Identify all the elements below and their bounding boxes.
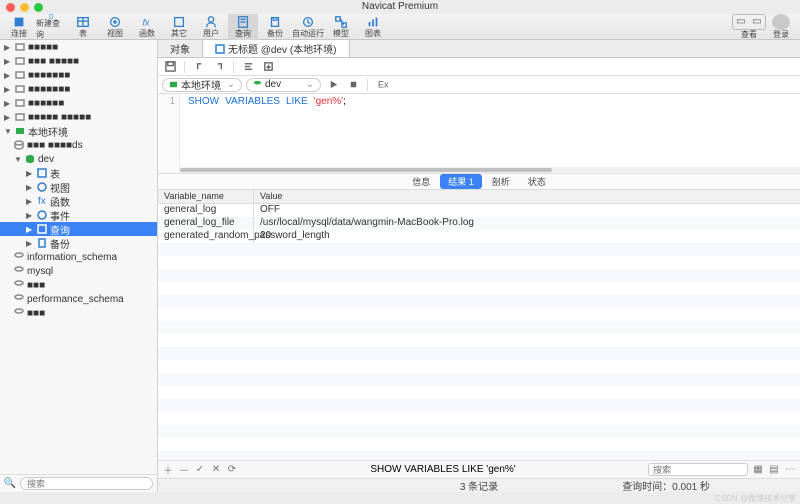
close-window-icon[interactable] — [6, 3, 15, 12]
run-button[interactable] — [325, 78, 341, 92]
main-toolbar: 连接 新建查询 表 视图 fx函数 其它 用户 查询 备份 自动运行 模型 图表… — [0, 14, 800, 40]
add-row-icon[interactable]: ＋ — [162, 464, 174, 476]
commit-icon[interactable]: ✓ — [194, 464, 206, 476]
result-tab-status[interactable]: 状态 — [520, 174, 554, 189]
database-dev[interactable]: ▼dev — [0, 152, 157, 166]
toolbar-query[interactable]: 查询 — [228, 14, 258, 40]
database-item[interactable]: ■■■ — [0, 278, 157, 292]
tree-functions[interactable]: ▶fx函数 — [0, 194, 157, 208]
window-controls[interactable] — [6, 3, 43, 12]
toolbar-view-mode[interactable]: ▭▭ 查看 — [734, 14, 764, 40]
undo-button[interactable] — [191, 60, 207, 74]
search-icon: 🔍 — [4, 478, 16, 490]
env-selector[interactable]: 本地环境⌄ — [162, 78, 242, 92]
result-tab-result[interactable]: 结果 1 — [440, 174, 482, 189]
toolbar-connect[interactable]: 连接 — [4, 14, 34, 40]
connection-item[interactable]: ▶■■■■■ — [0, 40, 157, 54]
cancel-icon[interactable]: ✕ — [210, 464, 222, 476]
connection-item[interactable]: ▶■■■■■ ■■■■■ — [0, 110, 157, 124]
avatar-icon — [772, 14, 790, 30]
context-selectors: 本地环境⌄ dev⌄ Ex — [158, 76, 800, 94]
stop-button[interactable] — [345, 78, 361, 92]
toolbar-login[interactable]: 登录 — [766, 14, 796, 40]
tree-events[interactable]: ▶事件 — [0, 208, 157, 222]
status-bar: 3 条记录 查询时间：0.001 秒 — [158, 478, 800, 492]
settings-icon[interactable]: ⋯ — [784, 464, 796, 476]
toolbar-view[interactable]: 视图 — [100, 14, 130, 40]
toolbar-function[interactable]: fx函数 — [132, 14, 162, 40]
refresh-icon[interactable]: ⟳ — [226, 464, 238, 476]
connection-item[interactable]: ▶■■■■■■■ — [0, 68, 157, 82]
database-item[interactable]: ■■■ — [0, 306, 157, 320]
connection-item[interactable]: ▶■■■■■■■ — [0, 82, 157, 96]
result-tabs: 信息 结果 1 剖析 状态 — [158, 174, 800, 190]
record-count: 3 条记录 — [460, 478, 498, 493]
grid-view-icon[interactable]: ▦ — [752, 464, 764, 476]
remove-row-icon[interactable]: － — [178, 464, 190, 476]
connection-item[interactable]: ▶■■■ ■■■■■ — [0, 54, 157, 68]
sql-editor[interactable]: 1 SHOW VARIABLES LIKE 'gen%'; — [158, 94, 800, 174]
minimize-window-icon[interactable] — [20, 3, 29, 12]
result-tab-info[interactable]: 信息 — [404, 174, 438, 189]
toolbar-table[interactable]: 表 — [68, 14, 98, 40]
footer-sql-text: SHOW VARIABLES LIKE 'gen%' — [370, 464, 515, 475]
toolbar-other[interactable]: 其它 — [164, 14, 194, 40]
list-view-icon[interactable]: ▭ — [733, 15, 749, 29]
database-item[interactable]: ■■■ ■■■■ds — [0, 138, 157, 152]
form-view-icon[interactable]: ▤ — [768, 464, 780, 476]
tree-queries[interactable]: ▶查询 — [0, 222, 157, 236]
connection-sidebar: ▶■■■■■ ▶■■■ ■■■■■ ▶■■■■■■■ ▶■■■■■■■ ▶■■■… — [0, 40, 158, 492]
toolbar-model[interactable]: 模型 — [326, 14, 356, 40]
database-item[interactable]: information_schema — [0, 250, 157, 264]
svg-text:Ex: Ex — [377, 79, 387, 89]
database-item[interactable]: performance_schema — [0, 292, 157, 306]
connection-item[interactable]: ▶■■■■■■ — [0, 96, 157, 110]
tree-tables[interactable]: ▶表 — [0, 166, 157, 180]
table-row[interactable]: general_logOFF — [158, 204, 800, 217]
result-grid[interactable]: general_logOFF general_log_file/usr/loca… — [158, 204, 800, 460]
document-tabs: 对象 无标题 @dev (本地环境) — [158, 40, 800, 58]
result-tab-analyze[interactable]: 剖析 — [484, 174, 518, 189]
watermark: CSDN @微博技术分享 — [715, 493, 796, 503]
save-button[interactable] — [162, 60, 178, 74]
toolbar-backup[interactable]: 备份 — [260, 14, 290, 40]
line-gutter: 1 — [158, 94, 180, 173]
runtime-text: 查询时间：0.001 秒 — [622, 478, 710, 493]
sidebar-search-input[interactable] — [20, 477, 153, 490]
table-row[interactable]: general_log_file/usr/local/mysql/data/wa… — [158, 217, 800, 230]
svg-text:fx: fx — [38, 196, 46, 206]
redo-button[interactable] — [211, 60, 227, 74]
app-title: Navicat Premium — [0, 0, 800, 14]
grid-footer-toolbar: ＋ － ✓ ✕ ⟳ SHOW VARIABLES LIKE 'gen%' ▦ ▤… — [158, 460, 800, 478]
column-header[interactable]: Value — [254, 190, 800, 203]
tab-query[interactable]: 无标题 @dev (本地环境) — [203, 40, 350, 57]
db-selector[interactable]: dev⌄ — [246, 78, 321, 92]
tree-backups[interactable]: ▶备份 — [0, 236, 157, 250]
tab-objects[interactable]: 对象 — [158, 40, 203, 57]
svg-text:fx: fx — [143, 17, 150, 27]
tree-views[interactable]: ▶视图 — [0, 180, 157, 194]
toolbar-autorun[interactable]: 自动运行 — [292, 14, 324, 40]
toolbar-new-query[interactable]: 新建查询 — [36, 14, 66, 40]
column-header[interactable]: Variable_name — [158, 190, 254, 203]
database-item[interactable]: mysql — [0, 264, 157, 278]
zoom-window-icon[interactable] — [34, 3, 43, 12]
toolbar-chart[interactable]: 图表 — [358, 14, 388, 40]
table-row[interactable]: generated_random_password_length20 — [158, 230, 800, 243]
explain-button[interactable]: Ex — [374, 78, 390, 92]
format-button[interactable] — [240, 60, 256, 74]
toolbar-user[interactable]: 用户 — [196, 14, 226, 40]
horizontal-scrollbar[interactable] — [180, 167, 800, 173]
export-button[interactable] — [260, 60, 276, 74]
detail-view-icon[interactable]: ▭ — [749, 15, 765, 29]
result-grid-header: Variable_name Value — [158, 190, 800, 204]
connection-env[interactable]: ▼本地环境 — [0, 124, 157, 138]
query-toolbar — [158, 58, 800, 76]
grid-search-input[interactable] — [648, 463, 748, 476]
